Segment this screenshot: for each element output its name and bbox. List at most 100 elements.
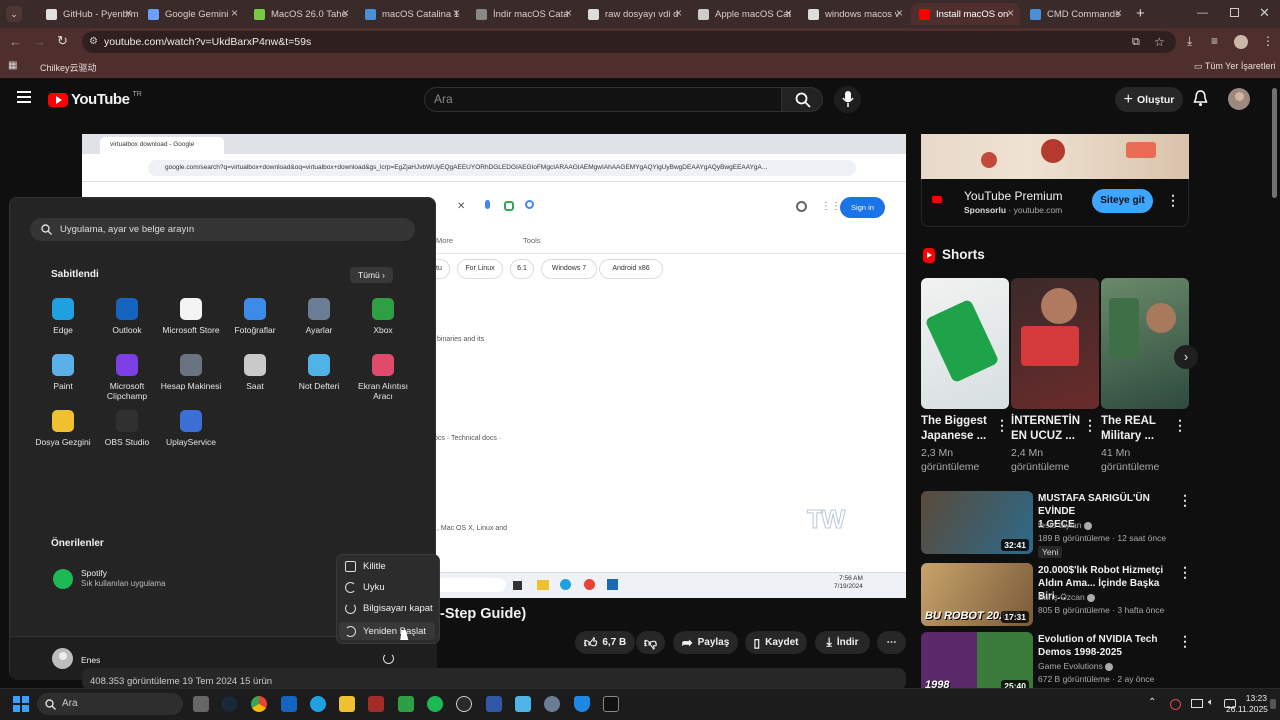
address-bar[interactable]: ⚙ youtube.com/watch?v=UkdBarxP4nw&t=59s …	[82, 31, 1176, 53]
download-button[interactable]: ⤓ İndir	[815, 631, 870, 654]
terminal-icon[interactable]	[603, 696, 619, 712]
shield-icon[interactable]	[574, 696, 590, 712]
pinned-app[interactable]: Saat	[222, 354, 288, 391]
tab-close-icon[interactable]: ×	[1007, 6, 1014, 20]
task-view-icon[interactable]	[193, 696, 209, 712]
bookmark-item[interactable]: Chilkey云驱动	[40, 61, 97, 74]
pinned-app[interactable]: Ekran Alıntısı Aracı	[350, 354, 416, 401]
apps-grid-icon[interactable]: ▦	[8, 60, 17, 71]
dislike-button[interactable]: 👎︎	[636, 631, 665, 654]
browser-tab[interactable]: GitHub - Pyenb/m ×	[38, 3, 138, 25]
ad-banner[interactable]	[921, 134, 1189, 179]
page-scrollbar[interactable]	[1272, 88, 1277, 198]
recommended-item[interactable]: Spotify Sık kullanılan uygulama	[50, 567, 250, 591]
account-avatar[interactable]	[1228, 88, 1250, 110]
browser-tab[interactable]: windows macos v ×	[800, 3, 909, 25]
tab-close-icon[interactable]: ×	[785, 6, 792, 20]
edge-taskbar-icon[interactable]	[310, 696, 326, 712]
user-name[interactable]: Enes	[81, 655, 100, 665]
ad-more-icon[interactable]: ⋮	[1166, 192, 1180, 209]
shorts-next-button[interactable]: ›	[1174, 345, 1198, 369]
file-explorer-icon[interactable]	[339, 696, 355, 712]
video-thumbnail[interactable]: 1998 25:40	[921, 632, 1033, 695]
short-thumbnail[interactable]	[1011, 278, 1099, 409]
power-icon[interactable]	[383, 653, 394, 664]
pinned-app[interactable]: Outlook	[94, 298, 160, 335]
reload-icon[interactable]: ↻	[57, 33, 68, 49]
network-icon[interactable]	[1191, 699, 1203, 708]
short-thumbnail[interactable]	[1101, 278, 1189, 409]
tab-close-icon[interactable]: ×	[1115, 6, 1122, 20]
profile-avatar[interactable]	[1234, 35, 1248, 49]
outlook-taskbar-icon[interactable]	[281, 696, 297, 712]
pinned-app[interactable]: OBS Studio	[94, 410, 160, 447]
hamburger-menu-icon[interactable]	[17, 91, 31, 103]
browser-tab[interactable]: CMD Commands ×	[1022, 3, 1128, 25]
tab-close-icon[interactable]: ×	[565, 6, 572, 20]
shutdown-option[interactable]: Bilgisayarı kapat	[345, 603, 433, 614]
description-box[interactable]: 408.353 görüntüleme 19 Tem 2024 15 ürün	[82, 668, 906, 690]
tab-close-icon[interactable]: ×	[125, 6, 132, 20]
tray-chevron-icon[interactable]: ⌃	[1148, 697, 1156, 708]
create-button[interactable]: + Oluştur	[1115, 87, 1183, 112]
app-icon-red[interactable]	[368, 696, 384, 712]
short-more-icon[interactable]: ⋮	[1083, 417, 1097, 434]
pinned-app[interactable]: UplayService	[158, 410, 224, 447]
all-bookmarks[interactable]: ▭ Tüm Yer İşaretleri	[1194, 61, 1275, 72]
browser-tab[interactable]: İndir macOS Cata ×	[468, 3, 578, 25]
spotify-taskbar-icon[interactable]	[427, 696, 443, 712]
short-title[interactable]: İNTERNETİN EN UCUZ ...	[1011, 414, 1080, 444]
related-more-icon[interactable]: ⋮	[1178, 633, 1192, 650]
pinned-app[interactable]: Not Defteri	[286, 354, 352, 391]
pinned-app[interactable]: Microsoft Clipchamp	[94, 354, 160, 401]
browser-tab[interactable]: MacOS 26.0 Taho ×	[246, 3, 355, 25]
pinned-app[interactable]: Dosya Gezgini	[30, 410, 96, 447]
short-title[interactable]: The Biggest Japanese ...	[921, 414, 987, 444]
minimize-button[interactable]: —	[1197, 7, 1208, 19]
tray-app-icon[interactable]	[1170, 699, 1181, 710]
steam-icon[interactable]	[221, 696, 237, 712]
chrome-icon[interactable]	[251, 696, 267, 712]
video-thumbnail[interactable]: BU ROBOT 20.000 17:31	[921, 563, 1033, 626]
browser-tab[interactable]: Install macOS on ×	[911, 3, 1020, 25]
voice-search-button[interactable]	[834, 86, 861, 113]
tab-close-icon[interactable]: ×	[231, 6, 238, 20]
pinned-app[interactable]: Fotoğraflar	[222, 298, 288, 335]
share-button[interactable]: ➦ Paylaş	[673, 631, 738, 654]
sleep-option[interactable]: Uyku	[345, 582, 385, 593]
menu-icon[interactable]: ⋮	[1262, 34, 1274, 48]
short-more-icon[interactable]: ⋮	[995, 417, 1009, 434]
browser-tab[interactable]: raw dosyayı vdi d ×	[580, 3, 688, 25]
all-apps-button[interactable]: Tümü ›	[350, 267, 393, 283]
search-input[interactable]: Ara	[424, 87, 782, 112]
forward-icon[interactable]: →	[33, 34, 46, 49]
volume-icon[interactable]: 🔈︎	[1208, 697, 1214, 708]
tab-close-icon[interactable]: ×	[675, 6, 682, 20]
user-avatar[interactable]	[52, 648, 73, 669]
short-thumbnail[interactable]	[921, 278, 1009, 409]
windows-start-icon[interactable]	[13, 696, 29, 712]
obs-taskbar-icon[interactable]	[456, 696, 472, 712]
reading-list-icon[interactable]: ≡	[1211, 34, 1218, 48]
related-title[interactable]: Evolution of NVIDIA Tech Demos 1998-2025	[1038, 633, 1176, 659]
notepad-taskbar-icon[interactable]	[515, 696, 531, 712]
app-icon-green[interactable]	[398, 696, 414, 712]
pinned-app[interactable]: Edge	[30, 298, 96, 335]
tab-close-icon[interactable]: ×	[453, 6, 460, 20]
save-button[interactable]: ▯ Kaydet	[745, 631, 807, 654]
close-window-button[interactable]: ✕	[1259, 5, 1270, 21]
pinned-app[interactable]: Microsoft Store	[158, 298, 224, 335]
browser-tab[interactable]: Apple macOS Cat ×	[690, 3, 798, 25]
search-button[interactable]	[781, 87, 823, 112]
site-info-icon[interactable]: ⚙	[89, 31, 98, 53]
download-icon[interactable]: ⤓	[1187, 34, 1192, 49]
more-actions-button[interactable]: ⋯	[877, 631, 906, 654]
related-channel[interactable]: testo taylan	[1038, 520, 1092, 530]
taskbar-search[interactable]: Ara	[37, 693, 183, 715]
pinned-app[interactable]: Ayarlar	[286, 298, 352, 335]
like-button[interactable]: 👍︎ 6,7 B	[575, 631, 635, 654]
related-channel[interactable]: Game Evolutions	[1038, 661, 1114, 671]
related-channel[interactable]: Barış Özcan	[1038, 592, 1096, 602]
related-more-icon[interactable]: ⋮	[1178, 492, 1192, 509]
notification-icon[interactable]	[1270, 699, 1276, 709]
